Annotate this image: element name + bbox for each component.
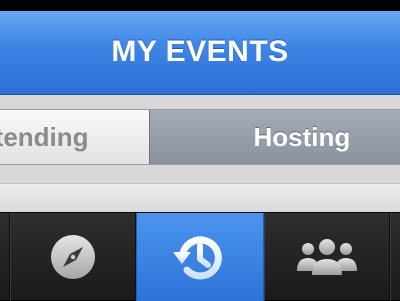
- page-title: MY EVENTS: [0, 35, 400, 69]
- tab-edge-left: [0, 213, 10, 301]
- segmented-control: ttending Hosting: [0, 109, 400, 165]
- status-bar: [0, 0, 400, 11]
- content-area: ttending Hosting: [0, 95, 400, 212]
- segment-hosting-label: Hosting: [254, 122, 351, 153]
- segment-attending[interactable]: ttending: [0, 110, 149, 164]
- tab-people[interactable]: [264, 213, 390, 301]
- navigation-header: MY EVENTS: [0, 11, 400, 95]
- compass-icon: [49, 233, 97, 281]
- segment-hosting[interactable]: Hosting: [149, 110, 400, 164]
- tab-history[interactable]: [136, 213, 264, 301]
- segment-attending-label: ttending: [0, 122, 89, 153]
- history-icon: [171, 228, 229, 286]
- list-header-bar: [0, 183, 400, 210]
- people-icon: [294, 237, 360, 277]
- tab-bar: [0, 212, 400, 300]
- tab-explore[interactable]: [10, 213, 136, 301]
- tab-edge-right: [390, 213, 400, 301]
